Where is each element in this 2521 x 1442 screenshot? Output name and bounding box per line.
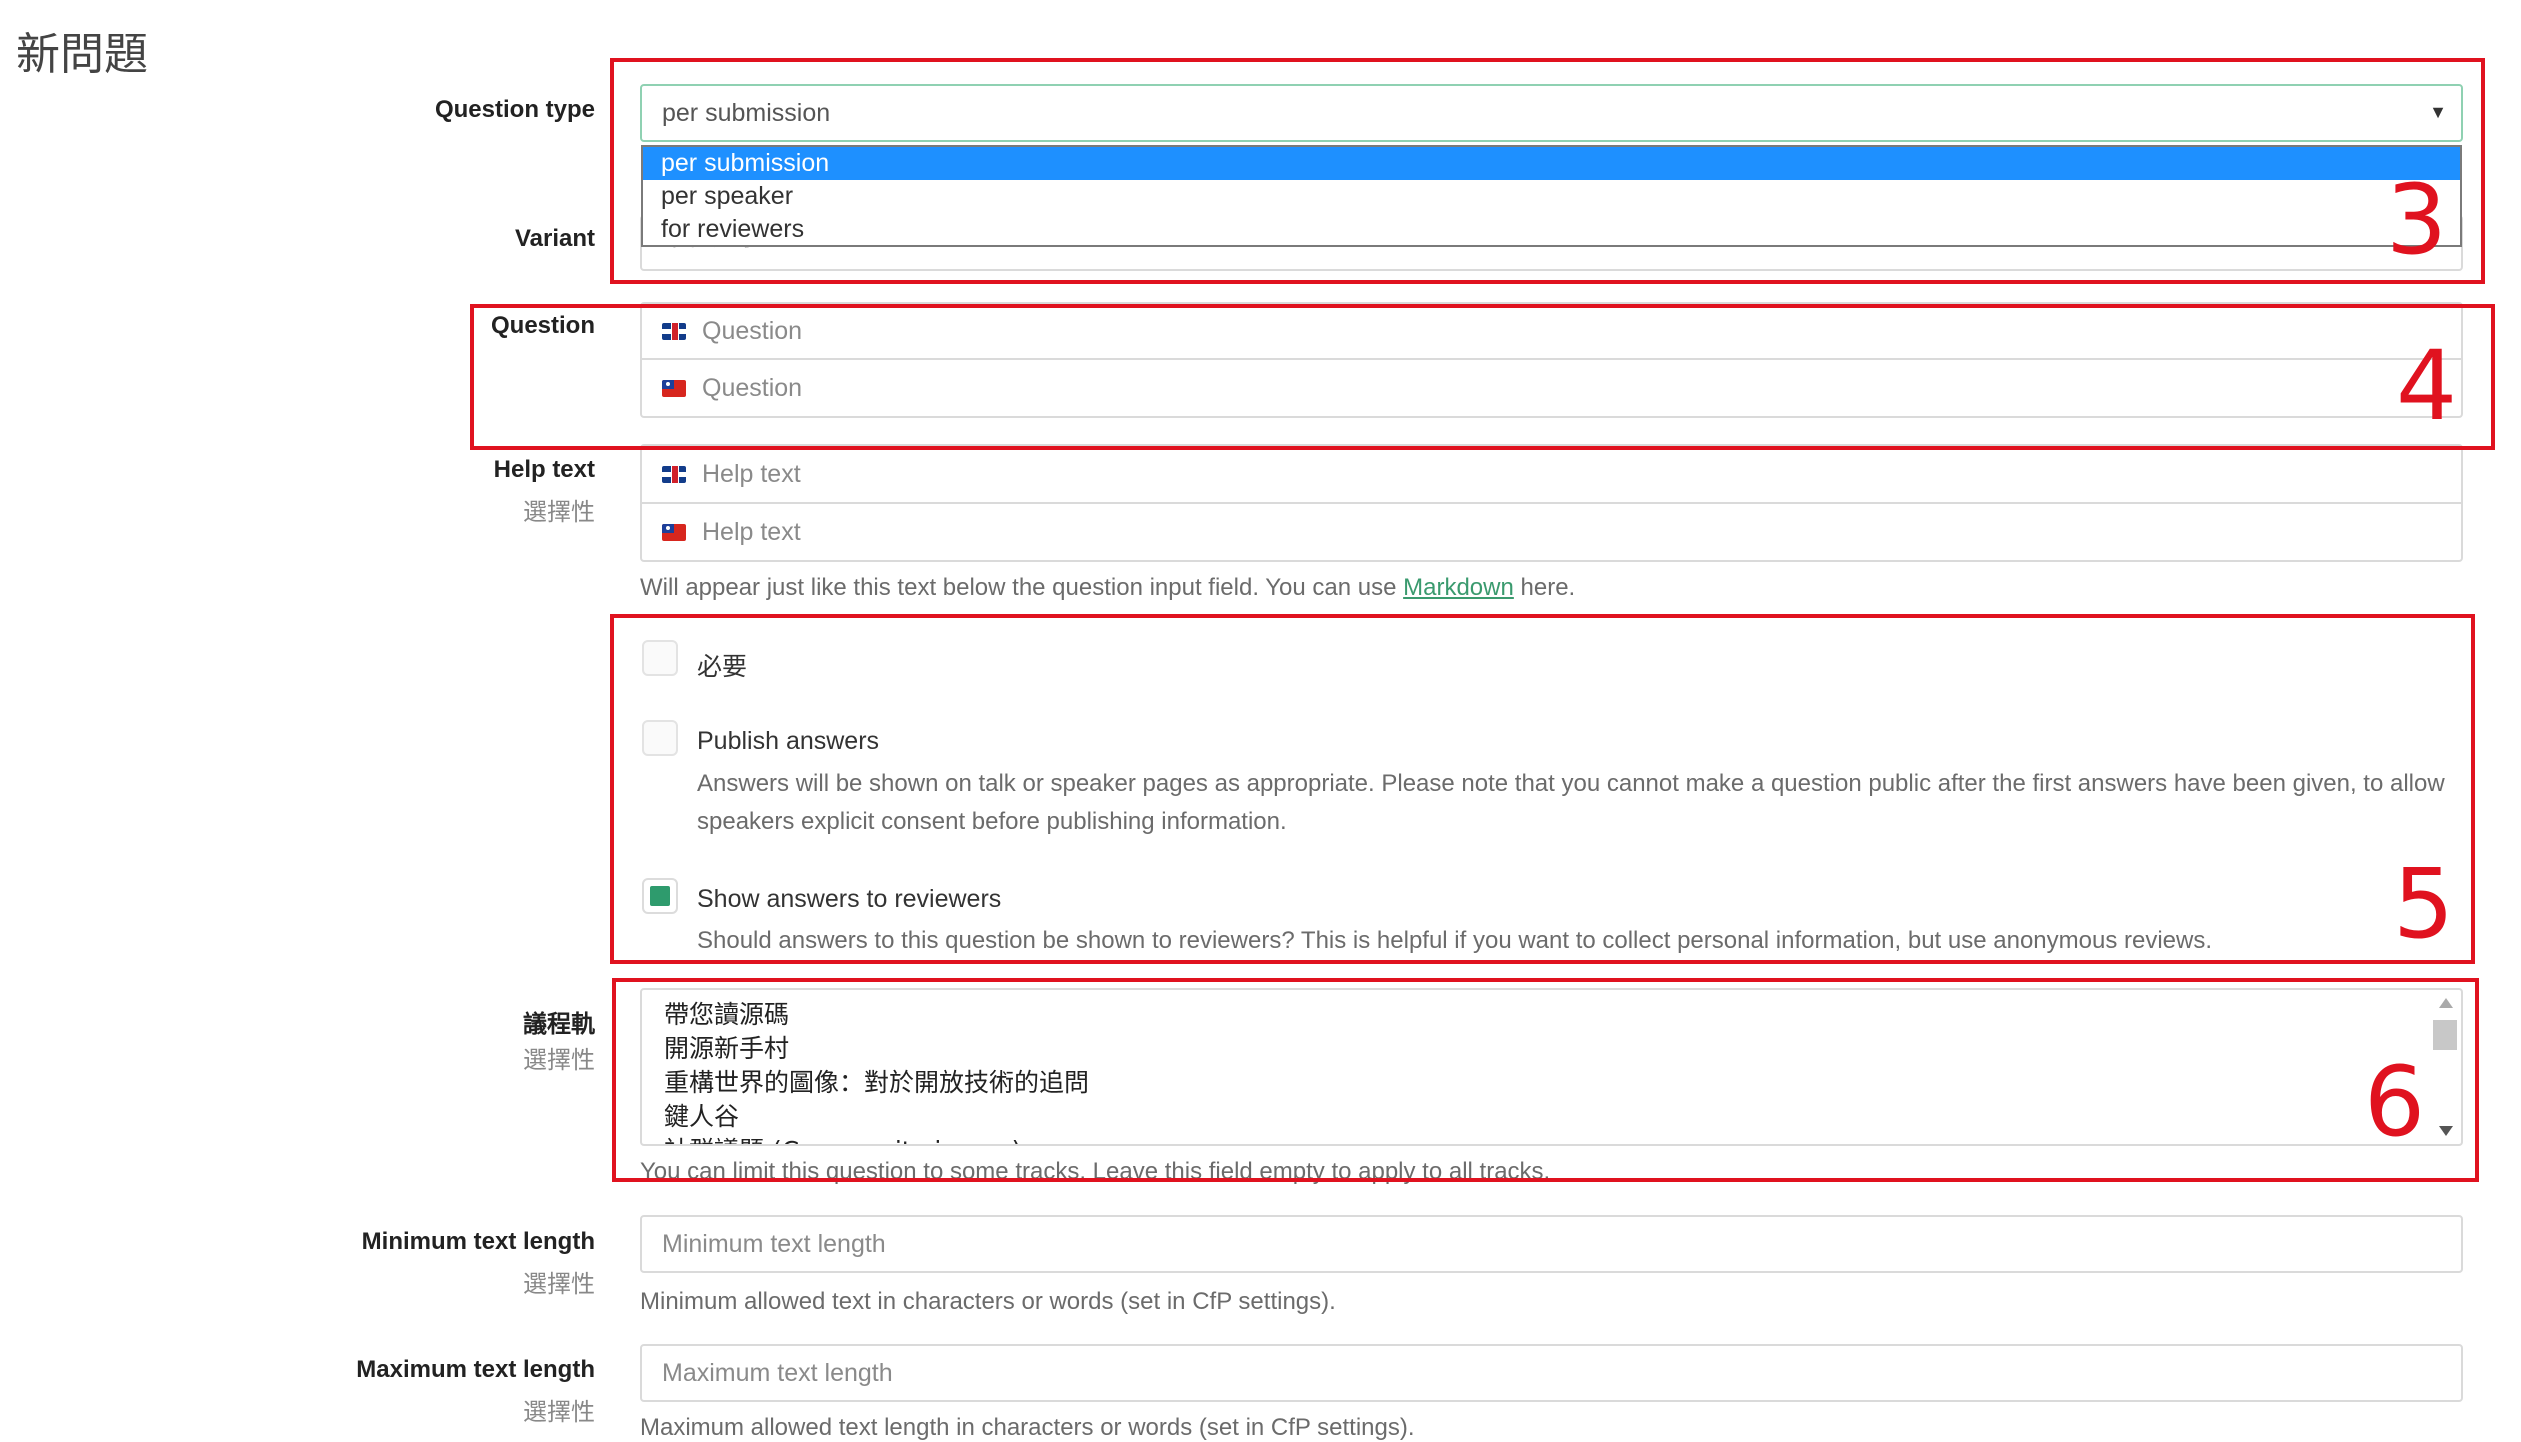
min-length-help: Minimum allowed text in characters or wo… — [640, 1288, 1336, 1315]
help-text-input-zh[interactable]: Help text — [640, 502, 2463, 562]
min-length-placeholder: Minimum text length — [662, 1229, 886, 1258]
help-text-input-en[interactable]: Help text — [640, 444, 2463, 504]
max-length-input[interactable]: Maximum text length — [640, 1344, 2463, 1402]
tw-flag-icon — [662, 523, 686, 541]
max-length-label: Maximum text length — [356, 1356, 595, 1383]
tracks-label: 議程軌 — [523, 1010, 595, 1038]
markdown-link[interactable]: Markdown — [1403, 574, 1514, 601]
annotation-number-6: 6 — [2364, 1046, 2426, 1158]
uk-flag-icon — [662, 465, 686, 483]
min-length-optional: 選擇性 — [523, 1270, 595, 1298]
help-text-optional: 選擇性 — [523, 498, 595, 526]
annotation-number-4: 4 — [2396, 330, 2458, 442]
max-length-optional: 選擇性 — [523, 1398, 595, 1426]
variant-label: Variant — [514, 225, 595, 252]
min-length-input[interactable]: Minimum text length — [640, 1215, 2463, 1273]
help-note-suffix: here. — [1513, 574, 1576, 601]
annotation-box-3 — [610, 58, 2485, 284]
help-text-label: Help text — [493, 456, 595, 483]
annotation-number-5: 5 — [2393, 848, 2455, 960]
help-text-note: Will appear just like this text below th… — [640, 574, 1575, 602]
page-title: 新問題 — [16, 29, 148, 80]
annotation-number-3: 3 — [2386, 164, 2448, 276]
annotation-box-4 — [470, 304, 2495, 450]
max-length-help: Maximum allowed text length in character… — [640, 1414, 1415, 1441]
tracks-optional: 選擇性 — [523, 1046, 595, 1074]
min-length-label: Minimum text length — [361, 1228, 595, 1255]
help-zh-placeholder: Help text — [702, 517, 801, 546]
question-type-label: Question type — [434, 96, 595, 123]
help-en-placeholder: Help text — [702, 459, 801, 488]
help-note-text: Will appear just like this text below th… — [640, 574, 1404, 601]
max-length-placeholder: Maximum text length — [662, 1358, 893, 1387]
annotation-box-6 — [612, 978, 2479, 1182]
annotation-box-5 — [610, 614, 2475, 964]
